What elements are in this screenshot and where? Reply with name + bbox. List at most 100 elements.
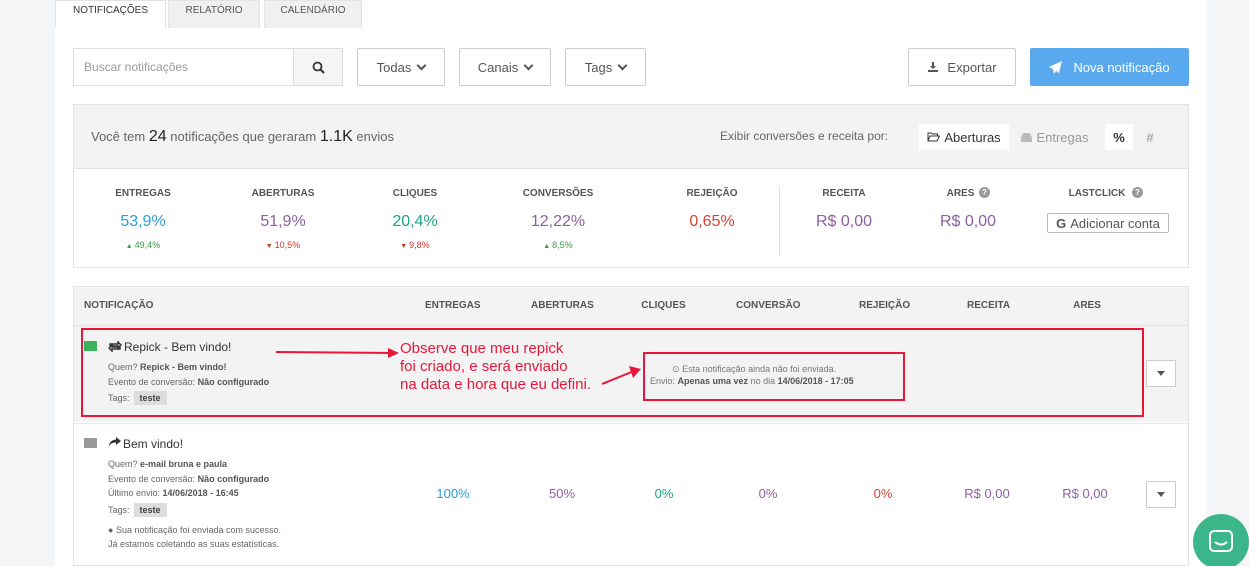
column-header[interactable]: ABERTURAS: [531, 300, 594, 311]
summary-suffix: envios: [356, 129, 394, 144]
chat-widget-button[interactable]: [1193, 514, 1249, 566]
percent-symbol: %: [1113, 129, 1125, 145]
stat-label: ABERTURAS: [251, 188, 315, 199]
annotation-text-2: foi criado, e será enviado: [400, 358, 568, 375]
filter-label: Tags: [584, 59, 613, 75]
stat-value: 20,4%: [392, 213, 438, 230]
row-actions-dropdown[interactable]: [1146, 360, 1176, 387]
stat-value: 12,22%: [530, 213, 586, 230]
tab-calendario[interactable]: CALENDÁRIO: [264, 0, 362, 28]
hash-symbol: #: [1146, 129, 1154, 145]
new-notification-button[interactable]: Nova notificação: [1030, 48, 1189, 86]
meta-label: Último envio:: [108, 488, 161, 498]
annotation-text-1: Observe que meu repick: [400, 340, 564, 357]
stat-value: 51,9%: [260, 213, 306, 230]
google-icon: G: [1056, 215, 1067, 231]
cell-conversao: 0%: [758, 486, 778, 501]
row-actions-dropdown[interactable]: [1146, 481, 1176, 508]
info-text-2: Já estamos coletando as suas estatística…: [108, 539, 280, 549]
row-tags: Tags: teste: [108, 503, 167, 517]
chevron-down-icon: [523, 60, 534, 70]
delta-value: 9,8%: [409, 240, 430, 250]
chat-icon: [1209, 530, 1233, 552]
meta-label: Quem?: [108, 459, 138, 469]
export-label: Exportar: [947, 59, 997, 75]
search-box: [73, 48, 343, 86]
column-header[interactable]: RECEITA: [967, 300, 1010, 311]
cell-aberturas: 50%: [548, 486, 576, 501]
row-who: Quem? e-mail bruna e paula: [108, 458, 227, 470]
row-last-send: Último envio: 14/06/2018 - 16:45: [108, 487, 239, 499]
delta-value: 10,5%: [274, 240, 301, 250]
toggle-percent[interactable]: %: [1105, 124, 1133, 150]
ares-label-text: ARES: [946, 188, 975, 199]
filter-label: Canais: [477, 59, 519, 75]
meta-label: Tags:: [108, 505, 130, 515]
tab-label: RELATÓRIO: [185, 5, 243, 16]
help-icon[interactable]: ?: [979, 187, 990, 198]
revenue-label: RECEITA: [822, 188, 866, 199]
show-by-label: Exibir conversões e receita por:: [720, 129, 889, 143]
meta-value: 14/06/2018 - 16:45: [162, 488, 239, 498]
caret-up-icon: ▲: [543, 243, 553, 250]
tab-notificacoes[interactable]: NOTIFICAÇÕES: [55, 0, 166, 28]
search-button[interactable]: [293, 49, 342, 85]
annotation-arrow: [601, 366, 641, 385]
summary-count: 24: [148, 128, 167, 145]
column-header[interactable]: REJEIÇÃO: [859, 300, 910, 311]
meta-label: Evento de conversão:: [108, 474, 196, 484]
filter-canais-button[interactable]: Canais: [459, 48, 551, 86]
stat-delta: ▲ 49,4%: [103, 240, 183, 250]
toggle-aberturas[interactable]: Aberturas: [919, 124, 1009, 150]
chevron-down-icon: [416, 60, 427, 70]
send-icon: [1049, 60, 1063, 74]
stat-label: ENTREGAS: [115, 188, 171, 199]
lastclick-label-text: LASTCLICK: [1068, 188, 1126, 199]
tag-badge[interactable]: teste: [133, 503, 167, 517]
column-header[interactable]: CONVERSÃO: [736, 300, 800, 311]
toggle-label: Entregas: [1036, 129, 1089, 145]
annotation-arrow: [275, 348, 399, 358]
filter-tags-button[interactable]: Tags: [565, 48, 646, 86]
inbox-icon: [1021, 132, 1033, 142]
toggle-entregas[interactable]: Entregas: [1013, 124, 1097, 150]
delta-value: 49,4%: [134, 240, 161, 250]
filter-todas-button[interactable]: Todas: [357, 48, 445, 86]
row-divider: [74, 423, 1188, 424]
ares-value: R$ 0,00: [939, 213, 997, 230]
delta-value: 8,5%: [552, 240, 573, 250]
stat-value: 53,9%: [120, 213, 166, 230]
tab-label: CALENDÁRIO: [280, 5, 346, 16]
summary-sends: 1.1K: [319, 128, 353, 145]
tab-relatorio[interactable]: RELATÓRIO: [168, 0, 260, 28]
folder-open-icon: [927, 132, 941, 142]
column-header[interactable]: CLIQUES: [641, 300, 686, 311]
revenue-value: R$ 0,00: [815, 213, 873, 230]
toggle-count[interactable]: #: [1135, 124, 1165, 150]
search-input[interactable]: [74, 49, 294, 85]
row-title[interactable]: Bem vindo!: [123, 437, 183, 451]
column-header[interactable]: ENTREGAS: [425, 300, 481, 311]
cell-entregas: 100%: [436, 486, 470, 501]
search-icon: [312, 61, 325, 74]
add-account-button[interactable]: G Adicionar conta: [1047, 213, 1169, 233]
tab-label: NOTIFICAÇÕES: [72, 5, 148, 16]
download-icon: [928, 62, 939, 72]
chevron-down-icon: [617, 60, 628, 70]
toggle-label: Aberturas: [944, 129, 1001, 145]
caret-down-icon: ▼: [265, 243, 275, 250]
stat-delta: ▲ 8,5%: [518, 240, 598, 250]
export-button[interactable]: Exportar: [908, 48, 1016, 86]
stat-label: REJEIÇÃO: [686, 188, 738, 199]
cell-cliques: 0%: [654, 486, 674, 501]
stat-value: 0,65%: [689, 213, 735, 230]
column-header: NOTIFICAÇÃO: [84, 300, 154, 311]
help-icon[interactable]: ?: [1132, 187, 1143, 198]
new-notification-label: Nova notificação: [1073, 59, 1170, 75]
annotation-highlight-status: [643, 352, 905, 401]
meta-value: Não configurado: [197, 474, 270, 484]
meta-value: e-mail bruna e paula: [140, 459, 228, 469]
column-header[interactable]: ARES: [1073, 300, 1101, 311]
caret-down-icon: [1157, 492, 1165, 497]
stats-divider: [779, 186, 780, 256]
